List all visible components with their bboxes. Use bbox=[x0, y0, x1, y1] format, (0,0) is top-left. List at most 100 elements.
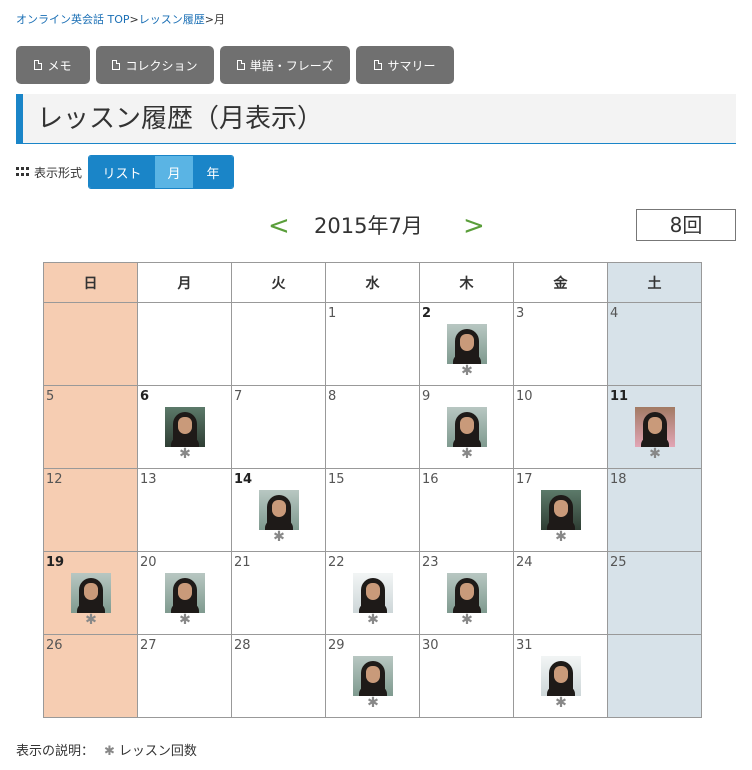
tutor-avatar[interactable] bbox=[541, 490, 581, 530]
weekday-header: 木 bbox=[419, 262, 514, 303]
calendar-day-cell: 24 bbox=[513, 551, 608, 635]
breadcrumb-history-link[interactable]: レッスン履歴 bbox=[139, 13, 205, 26]
tutor-avatar[interactable] bbox=[165, 407, 205, 447]
calendar-day-cell: 26 bbox=[43, 634, 138, 718]
day-number: 3 bbox=[516, 306, 525, 321]
day-number: 15 bbox=[328, 472, 345, 487]
words-phrases-button-label: 単語・フレーズ bbox=[249, 58, 334, 73]
day-number: 13 bbox=[140, 472, 157, 487]
calendar-day-cell bbox=[43, 302, 138, 386]
calendar-day-cell[interactable]: 23 ✱ bbox=[419, 551, 514, 635]
day-number: 29 bbox=[328, 638, 345, 653]
document-icon bbox=[112, 60, 121, 70]
view-list-button[interactable]: リスト bbox=[89, 156, 156, 188]
tutor-avatar[interactable] bbox=[353, 573, 393, 613]
tutor-avatar[interactable] bbox=[541, 656, 581, 696]
tutor-avatar[interactable] bbox=[71, 573, 111, 613]
day-number: 11 bbox=[610, 389, 629, 404]
asterisk-icon: ✱ bbox=[461, 363, 473, 379]
tutor-avatar[interactable] bbox=[447, 573, 487, 613]
view-year-button[interactable]: 年 bbox=[193, 156, 234, 188]
tutor-avatar[interactable] bbox=[259, 490, 299, 530]
calendar-day-cell[interactable]: 6 ✱ bbox=[137, 385, 232, 469]
calendar-day-cell: 27 bbox=[137, 634, 232, 718]
asterisk-icon: ✱ bbox=[367, 612, 379, 628]
memo-button-label: メモ bbox=[47, 58, 72, 73]
toolbar: メモ コレクション 単語・フレーズ サマリー bbox=[16, 46, 454, 84]
tutor-avatar[interactable] bbox=[353, 656, 393, 696]
calendar-day-cell[interactable]: 22 ✱ bbox=[325, 551, 420, 635]
day-number: 1 bbox=[328, 306, 337, 321]
tutor-avatar[interactable] bbox=[165, 573, 205, 613]
calendar-day-cell: 12 bbox=[43, 468, 138, 552]
view-month-button[interactable]: 月 bbox=[155, 156, 194, 188]
page-title-bar: レッスン履歴（月表示） bbox=[16, 94, 736, 144]
breadcrumb-separator: > bbox=[129, 13, 139, 26]
calendar-day-cell[interactable]: 14 ✱ bbox=[231, 468, 326, 552]
calendar-day-cell[interactable]: 19 ✱ bbox=[43, 551, 138, 635]
calendar-week-row: 26 27 28 29 ✱ 30 31 ✱ bbox=[43, 634, 702, 718]
collection-button-label: コレクション bbox=[125, 58, 198, 73]
calendar-day-cell: 25 bbox=[607, 551, 702, 635]
day-number: 4 bbox=[610, 306, 619, 321]
asterisk-icon: ✱ bbox=[179, 446, 191, 462]
calendar-day-cell: 4 bbox=[607, 302, 702, 386]
calendar-day-cell: 13 bbox=[137, 468, 232, 552]
weekday-header: 火 bbox=[231, 262, 326, 303]
prev-month-arrow[interactable]: < bbox=[268, 210, 290, 242]
summary-button[interactable]: サマリー bbox=[356, 46, 454, 84]
day-number: 10 bbox=[516, 389, 533, 404]
legend-item: レッスン回数 bbox=[118, 744, 197, 759]
asterisk-icon: ✱ bbox=[179, 612, 191, 628]
calendar-day-cell[interactable]: 9 ✱ bbox=[419, 385, 514, 469]
calendar-day-cell[interactable]: 31 ✱ bbox=[513, 634, 608, 718]
calendar-table: 日月火水木金土 1 2 ✱ 3 4 5 6 ✱ 7 8 9 ✱ 10 11 ✱ 12 13 14 ✱ 15 16 17 ✱ 1… bbox=[43, 262, 702, 718]
day-number: 14 bbox=[234, 472, 253, 487]
weekday-header: 土 bbox=[607, 262, 702, 303]
asterisk-icon: ✱ bbox=[649, 446, 661, 462]
day-number: 31 bbox=[516, 638, 533, 653]
tutor-avatar[interactable] bbox=[447, 407, 487, 447]
weekday-header: 月 bbox=[137, 262, 232, 303]
collection-button[interactable]: コレクション bbox=[96, 46, 214, 84]
day-number: 5 bbox=[46, 389, 55, 404]
day-number: 23 bbox=[422, 555, 439, 570]
calendar-day-cell: 1 bbox=[325, 302, 420, 386]
day-number: 12 bbox=[46, 472, 63, 487]
view-mode-segmented-control: リスト 月 年 bbox=[88, 155, 235, 189]
calendar-day-cell: 18 bbox=[607, 468, 702, 552]
asterisk-icon: ✱ bbox=[367, 695, 379, 711]
tutor-avatar[interactable] bbox=[447, 324, 487, 364]
day-number: 25 bbox=[610, 555, 627, 570]
day-number: 24 bbox=[516, 555, 533, 570]
weekday-header: 水 bbox=[325, 262, 420, 303]
next-month-arrow[interactable]: > bbox=[463, 210, 485, 242]
breadcrumb-current: 月 bbox=[213, 13, 225, 26]
words-phrases-button[interactable]: 単語・フレーズ bbox=[220, 46, 350, 84]
lesson-count-box: 8回 bbox=[636, 209, 736, 241]
calendar-day-cell[interactable]: 2 ✱ bbox=[419, 302, 514, 386]
day-number: 19 bbox=[46, 555, 65, 570]
view-mode-selector: 表示形式 リスト 月 年 bbox=[16, 155, 235, 189]
calendar-day-cell: 10 bbox=[513, 385, 608, 469]
calendar-day-cell: 28 bbox=[231, 634, 326, 718]
calendar-day-cell[interactable]: 29 ✱ bbox=[325, 634, 420, 718]
calendar-day-cell[interactable]: 11 ✱ bbox=[607, 385, 702, 469]
calendar-day-cell[interactable]: 17 ✱ bbox=[513, 468, 608, 552]
calendar-day-cell: 7 bbox=[231, 385, 326, 469]
asterisk-icon: ✱ bbox=[273, 529, 285, 545]
calendar-day-cell[interactable]: 20 ✱ bbox=[137, 551, 232, 635]
breadcrumb-top-link[interactable]: オンライン英会話 TOP bbox=[16, 13, 130, 26]
day-number: 26 bbox=[46, 638, 63, 653]
day-number: 16 bbox=[422, 472, 439, 487]
calendar-day-cell: 30 bbox=[419, 634, 514, 718]
tutor-avatar[interactable] bbox=[635, 407, 675, 447]
page-title: レッスン履歴（月表示） bbox=[37, 104, 324, 134]
day-number: 20 bbox=[140, 555, 157, 570]
day-number: 22 bbox=[328, 555, 345, 570]
asterisk-icon: ✱ bbox=[104, 744, 115, 759]
weekday-header: 金 bbox=[513, 262, 608, 303]
calendar-day-cell bbox=[137, 302, 232, 386]
memo-button[interactable]: メモ bbox=[16, 46, 90, 84]
calendar-day-cell: 5 bbox=[43, 385, 138, 469]
